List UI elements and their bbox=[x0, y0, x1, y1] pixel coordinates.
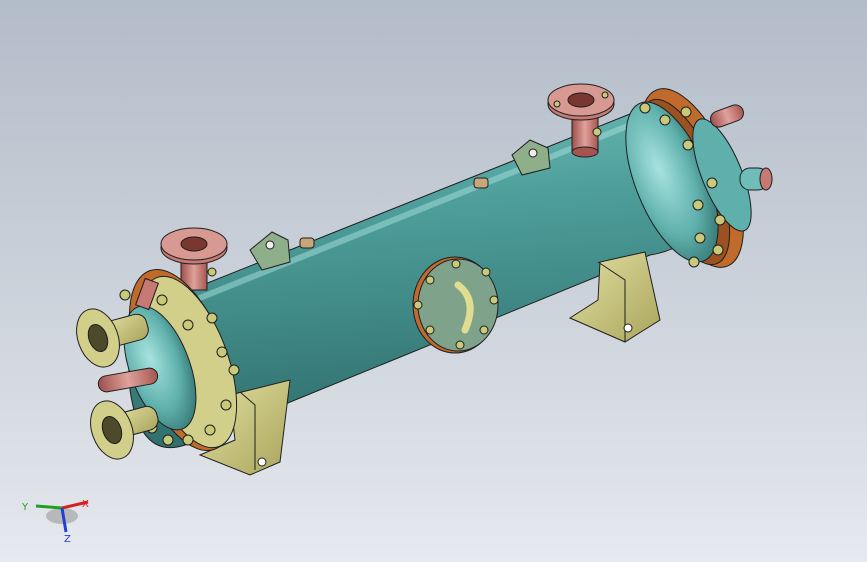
z-axis-label: Z bbox=[64, 534, 71, 545]
cad-viewport[interactable] bbox=[0, 0, 867, 562]
y-axis-label: Y bbox=[21, 502, 29, 513]
orientation-triad[interactable]: X Y Z bbox=[18, 488, 98, 548]
inspection-cover[interactable] bbox=[412, 256, 499, 354]
x-axis-label: X bbox=[82, 499, 89, 510]
right-end-nozzle[interactable] bbox=[739, 167, 773, 191]
y-axis-arrow bbox=[35, 504, 63, 510]
right-top-outlet-nozzle[interactable] bbox=[708, 103, 745, 130]
